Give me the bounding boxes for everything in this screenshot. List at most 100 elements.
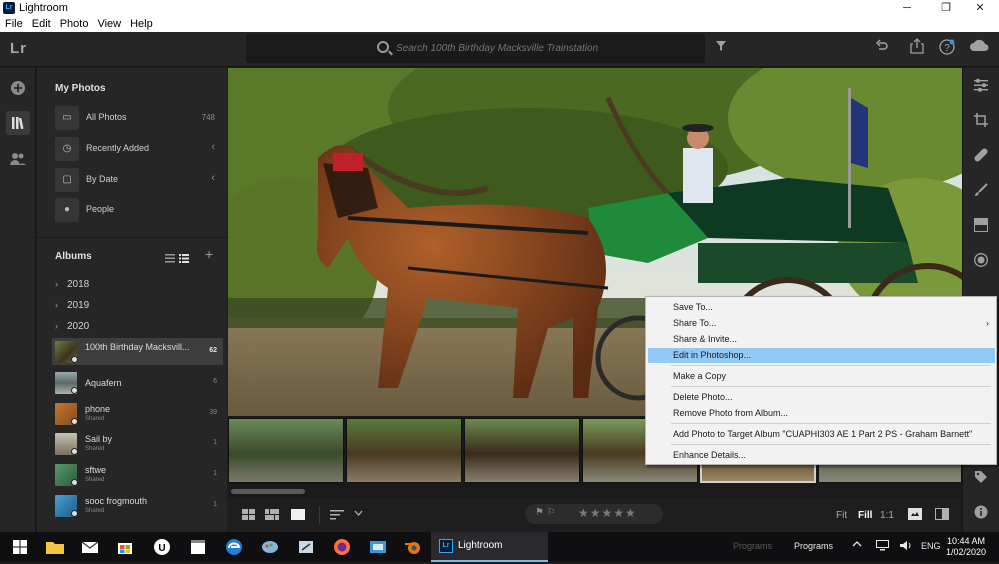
- cloud-icon[interactable]: [969, 38, 989, 58]
- people-icon[interactable]: [6, 147, 30, 171]
- menu-item-add-to-target-album[interactable]: Add Photo to Target Album "CUAPHI303 AE …: [648, 427, 995, 442]
- menu-item-share-invite[interactable]: Share & Invite...: [648, 332, 995, 347]
- zoom-fill-button[interactable]: Fill: [858, 510, 872, 521]
- edge-browser-icon[interactable]: [222, 535, 246, 559]
- filmstrip-thumbnail[interactable]: [464, 418, 580, 483]
- album-item[interactable]: phone Shared 39: [52, 400, 223, 427]
- snipping-tool-icon[interactable]: [294, 535, 318, 559]
- nav-count: 748: [201, 113, 215, 122]
- year-folder-2019[interactable]: › 2019: [55, 300, 89, 311]
- detail-view-icon[interactable]: [179, 250, 189, 268]
- nav-recently-added[interactable]: ◷ Recently Added ‹: [55, 137, 221, 163]
- mail-icon[interactable]: [78, 535, 102, 559]
- filter-icon[interactable]: [711, 38, 731, 58]
- add-icon[interactable]: [6, 76, 30, 100]
- nav-by-date[interactable]: ▢ By Date ‹: [55, 168, 221, 194]
- brush-icon[interactable]: [971, 183, 991, 203]
- album-item[interactable]: Sail by Shared 1: [52, 430, 223, 457]
- detail-view-icon[interactable]: [291, 509, 305, 523]
- filmstrip-thumbnail[interactable]: [346, 418, 462, 483]
- info-icon[interactable]: [971, 505, 991, 525]
- store-icon[interactable]: [113, 535, 137, 559]
- filmstrip-scrollbar[interactable]: [228, 486, 962, 498]
- nav-label: Recently Added: [86, 143, 150, 153]
- menu-item-enhance-details[interactable]: Enhance Details...: [648, 448, 995, 463]
- close-button[interactable]: ✕: [965, 0, 995, 17]
- filmstrip-thumbnail[interactable]: [228, 418, 344, 483]
- language-indicator[interactable]: ENG: [921, 541, 941, 551]
- file-explorer-icon[interactable]: [43, 535, 67, 559]
- menu-view[interactable]: View: [92, 17, 125, 31]
- photo-grid-icon[interactable]: [265, 509, 279, 523]
- menu-help[interactable]: Help: [125, 17, 157, 31]
- menu-item-delete-photo[interactable]: Delete Photo...: [648, 390, 995, 405]
- menu-edit[interactable]: Edit: [27, 17, 55, 31]
- compare-icon[interactable]: [908, 508, 922, 523]
- menu-photo[interactable]: Photo: [55, 17, 93, 31]
- library-icon[interactable]: [6, 111, 30, 135]
- menu-item-remove-from-album[interactable]: Remove Photo from Album...: [648, 406, 995, 421]
- shared-badge-icon: [71, 356, 78, 363]
- zoom-fit-button[interactable]: Fit: [836, 510, 847, 521]
- album-item[interactable]: Aquafern 6: [52, 369, 223, 396]
- tag-icon[interactable]: [971, 470, 991, 490]
- chevron-down-icon[interactable]: [354, 508, 363, 519]
- undo-icon[interactable]: [872, 39, 892, 59]
- linear-gradient-icon[interactable]: [971, 218, 991, 238]
- flag-icon[interactable]: ⚑ ⚐: [535, 507, 556, 518]
- chevron-left-icon[interactable]: ‹: [211, 141, 215, 153]
- menu-item-label: Enhance Details...: [673, 450, 747, 460]
- calendar-icon[interactable]: [186, 535, 210, 559]
- search-box[interactable]: [246, 34, 705, 63]
- radial-gradient-icon[interactable]: [971, 253, 991, 273]
- chevron-up-icon[interactable]: [852, 540, 862, 550]
- left-rail: [0, 68, 36, 532]
- blender-icon[interactable]: [401, 535, 425, 559]
- zoom-1to1-button[interactable]: 1:1: [880, 510, 894, 521]
- menu-item-share-to[interactable]: Share To... ›: [648, 316, 995, 331]
- svg-text:?: ?: [944, 43, 950, 54]
- minimize-button[interactable]: ─: [892, 0, 922, 17]
- album-item[interactable]: sooc frogmouth Shared 1: [52, 492, 223, 519]
- photos-icon: ▭: [55, 106, 79, 130]
- nav-all-photos[interactable]: ▭ All Photos 748: [55, 106, 221, 132]
- edit-sliders-icon[interactable]: [971, 78, 991, 98]
- sort-icon[interactable]: [330, 509, 346, 523]
- volume-icon[interactable]: [900, 540, 913, 553]
- windows-start-icon[interactable]: [8, 535, 32, 559]
- help-icon[interactable]: ?: [937, 39, 957, 59]
- search-input[interactable]: [396, 40, 696, 57]
- album-label: 100th Birthday Macksvill...: [85, 342, 190, 352]
- list-view-icon[interactable]: [165, 250, 175, 268]
- add-album-icon[interactable]: +: [205, 246, 213, 262]
- year-folder-2020[interactable]: › 2020: [55, 321, 89, 332]
- menu-item-save-to[interactable]: Save To...: [648, 300, 995, 315]
- menu-item-make-a-copy[interactable]: Make a Copy: [648, 369, 995, 384]
- programs-toolbar[interactable]: Programs: [794, 541, 833, 551]
- year-folder-2018[interactable]: › 2018: [55, 279, 89, 290]
- monitor-icon[interactable]: [876, 540, 889, 553]
- album-item[interactable]: sftwe Shared 1: [52, 461, 223, 488]
- paint-app-icon[interactable]: [258, 535, 282, 559]
- clock-date: 1/02/2020: [946, 547, 987, 557]
- filmstrip-scroll-thumb[interactable]: [231, 489, 305, 494]
- healing-icon[interactable]: [971, 148, 991, 168]
- album-item[interactable]: 100th Birthday Macksvill... 62: [52, 338, 223, 365]
- lightroom-taskbar-button[interactable]: Lr Lightroom: [431, 532, 548, 562]
- menu-item-edit-in-photoshop[interactable]: Edit in Photoshop...: [648, 348, 995, 363]
- crop-icon[interactable]: [971, 113, 991, 133]
- star-rating[interactable]: ★★★★★: [578, 506, 637, 520]
- maximize-button[interactable]: ❐: [931, 0, 961, 17]
- square-grid-icon[interactable]: [242, 509, 255, 523]
- chevron-left-icon[interactable]: ‹: [211, 172, 215, 184]
- system-clock[interactable]: 10:44 AM 1/02/2020: [946, 536, 986, 558]
- search-icon: [377, 41, 389, 53]
- menu-file[interactable]: File: [0, 17, 27, 31]
- network-app-icon[interactable]: [366, 535, 390, 559]
- share-icon[interactable]: [907, 38, 927, 58]
- side-by-side-icon[interactable]: [935, 508, 949, 523]
- svg-text:U: U: [158, 543, 165, 554]
- nav-people[interactable]: ● People: [55, 198, 221, 224]
- firefox-icon[interactable]: [330, 535, 354, 559]
- unreal-engine-icon[interactable]: U: [150, 535, 174, 559]
